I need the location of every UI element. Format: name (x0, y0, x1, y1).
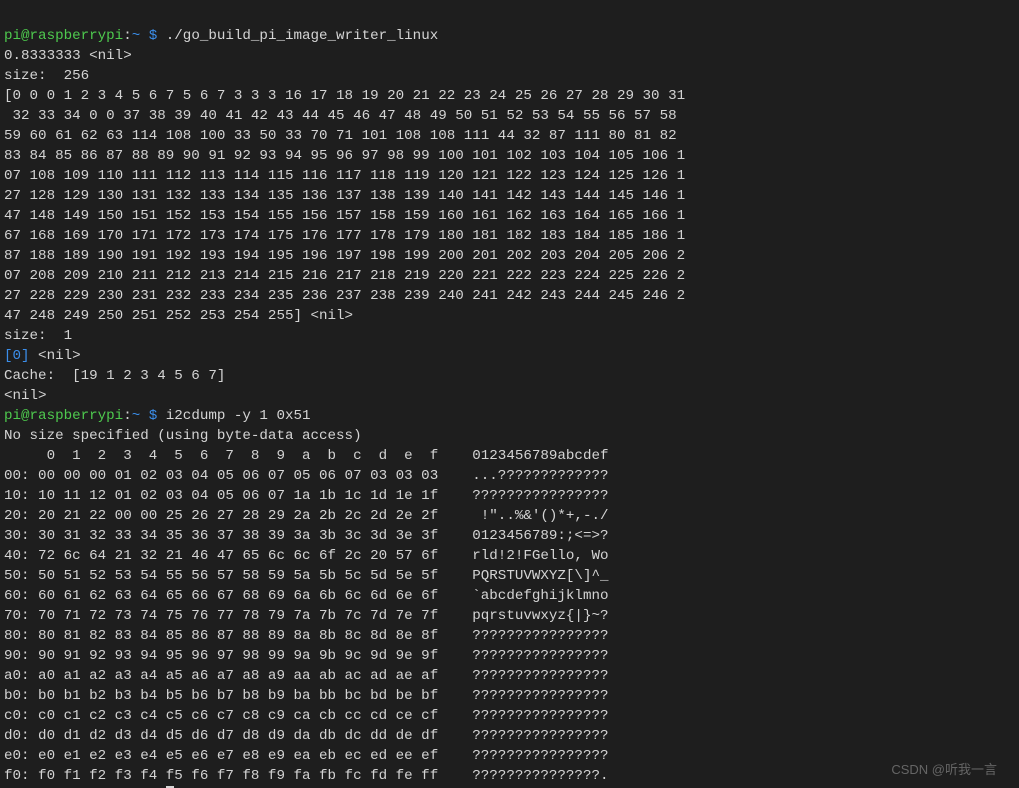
prompt-path: ~ $ (132, 28, 158, 44)
output-line: 90: 90 91 92 93 94 95 96 97 98 99 9a 9b … (4, 648, 609, 664)
output-line: a0: a0 a1 a2 a3 a4 a5 a6 a7 a8 a9 aa ab … (4, 668, 609, 684)
output-line: b0: b0 b1 b2 b3 b4 b5 b6 b7 b8 b9 ba bb … (4, 688, 609, 704)
output-line: 47 248 249 250 251 252 253 254 255] <nil… (4, 308, 353, 324)
output-line: size: 1 (4, 328, 72, 344)
output-line: 40: 72 6c 64 21 32 21 46 47 65 6c 6c 6f … (4, 548, 609, 564)
output-line: 07 208 209 210 211 212 213 214 215 216 2… (4, 268, 685, 284)
result-value: [0] (4, 348, 30, 364)
watermark-text: CSDN @听我一言 (891, 760, 997, 780)
output-line: d0: d0 d1 d2 d3 d4 d5 d6 d7 d8 d9 da db … (4, 728, 609, 744)
terminal-output[interactable]: pi@raspberrypi:~ $ ./go_build_pi_image_w… (0, 0, 1019, 788)
output-line: 20: 20 21 22 00 00 25 26 27 28 29 2a 2b … (4, 508, 609, 524)
output-line: 27 228 229 230 231 232 233 234 235 236 2… (4, 288, 685, 304)
output-line: 0.8333333 <nil> (4, 48, 132, 64)
output-line: c0: c0 c1 c2 c3 c4 c5 c6 c7 c8 c9 ca cb … (4, 708, 609, 724)
output-line: 83 84 85 86 87 88 89 90 91 92 93 94 95 9… (4, 148, 685, 164)
output-line: e0: e0 e1 e2 e3 e4 e5 e6 e7 e8 e9 ea eb … (4, 748, 609, 764)
output-line: 00: 00 00 00 01 02 03 04 05 06 07 05 06 … (4, 468, 609, 484)
prompt-colon: : (123, 408, 132, 424)
output-line: 27 128 129 130 131 132 133 134 135 136 1… (4, 188, 685, 204)
prompt-userhost: pi@raspberrypi (4, 28, 123, 44)
output-line: Cache: [19 1 2 3 4 5 6 7] (4, 368, 225, 384)
prompt-path: ~ $ (132, 408, 158, 424)
output-line: [0 0 0 1 2 3 4 5 6 7 5 6 7 3 3 3 16 17 1… (4, 88, 685, 104)
output-line: 70: 70 71 72 73 74 75 76 77 78 79 7a 7b … (4, 608, 609, 624)
output-line: 80: 80 81 82 83 84 85 86 87 88 89 8a 8b … (4, 628, 609, 644)
output-line: 07 108 109 110 111 112 113 114 115 116 1… (4, 168, 685, 184)
output-line: 30: 30 31 32 33 34 35 36 37 38 39 3a 3b … (4, 528, 609, 544)
output-line: 0 1 2 3 4 5 6 7 8 9 a b c d e f 01234567… (4, 448, 609, 464)
output-line: f0: f0 f1 f2 f3 f4 f5 f6 f7 f8 f9 fa fb … (4, 768, 609, 784)
output-line: 10: 10 11 12 01 02 03 04 05 06 07 1a 1b … (4, 488, 609, 504)
output-line: <nil> (4, 388, 47, 404)
output-line: 50: 50 51 52 53 54 55 56 57 58 59 5a 5b … (4, 568, 609, 584)
output-line: 60: 60 61 62 63 64 65 66 67 68 69 6a 6b … (4, 588, 609, 604)
output-line: 59 60 61 62 63 114 108 100 33 50 33 70 7… (4, 128, 677, 144)
output-line: No size specified (using byte-data acces… (4, 428, 362, 444)
output-line: 32 33 34 0 0 37 38 39 40 41 42 43 44 45 … (4, 108, 677, 124)
prompt-colon: : (123, 28, 132, 44)
output-line: size: 256 (4, 68, 89, 84)
command-text: ./go_build_pi_image_writer_linux (157, 28, 438, 44)
command-text: i2cdump -y 1 0x51 (157, 408, 310, 424)
output-line: 67 168 169 170 171 172 173 174 175 176 1… (4, 228, 685, 244)
output-line: 87 188 189 190 191 192 193 194 195 196 1… (4, 248, 685, 264)
prompt-userhost: pi@raspberrypi (4, 408, 123, 424)
output-line: <nil> (30, 348, 81, 364)
output-line: 47 148 149 150 151 152 153 154 155 156 1… (4, 208, 685, 224)
